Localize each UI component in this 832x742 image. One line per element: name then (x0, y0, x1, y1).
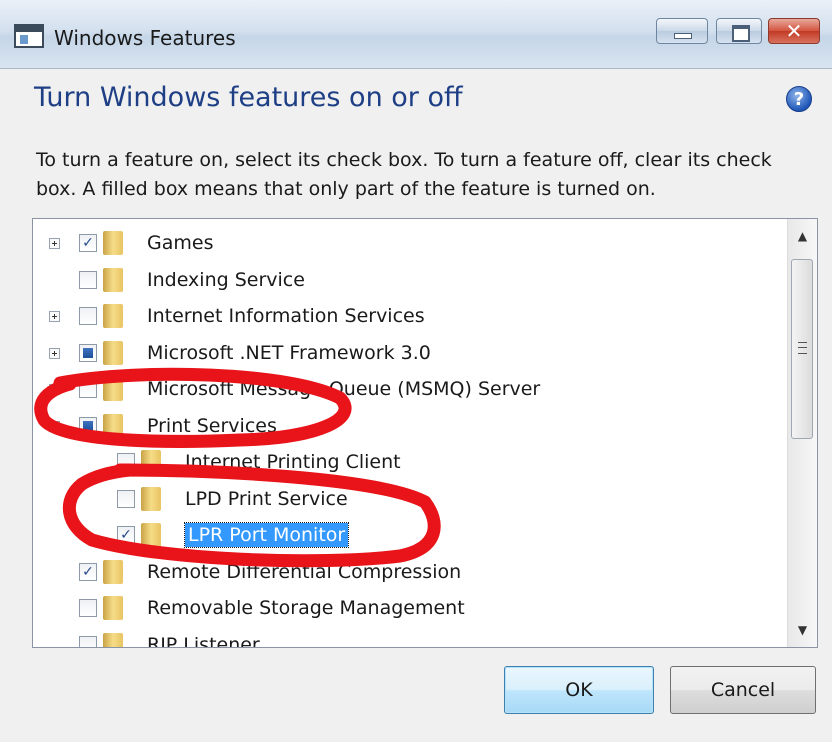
feature-label[interactable]: Microsoft .NET Framework 3.0 (147, 341, 431, 365)
close-icon: ✕ (785, 19, 803, 43)
folder-icon (103, 377, 123, 401)
feature-row[interactable]: Internet Printing Client (33, 444, 781, 480)
feature-checkbox[interactable] (79, 416, 97, 435)
feature-checkbox[interactable]: ✓ (117, 526, 135, 544)
instructions-text: To turn a feature on, select its check b… (36, 149, 772, 200)
close-button[interactable]: ✕ (768, 18, 820, 44)
feature-label[interactable]: Print Services (147, 414, 277, 438)
folder-icon (103, 304, 123, 328)
feature-label[interactable]: LPD Print Service (185, 487, 348, 511)
feature-label[interactable]: LPR Port Monitor (183, 522, 350, 548)
feature-label[interactable]: Indexing Service (147, 268, 305, 292)
feature-row[interactable]: ✓ Games (33, 225, 781, 261)
window-title: Windows Features (54, 26, 236, 50)
expand-plus-icon[interactable] (49, 311, 60, 322)
feature-checkbox[interactable] (79, 307, 97, 325)
folder-icon (141, 450, 161, 474)
feature-label[interactable]: Removable Storage Management (147, 596, 465, 620)
feature-checkbox[interactable] (79, 635, 97, 647)
feature-row[interactable]: Print Services (33, 408, 781, 444)
scrollbar-grip-icon (798, 342, 807, 354)
maximize-button[interactable] (716, 18, 762, 44)
maximize-icon (732, 25, 750, 42)
feature-label[interactable]: Games (147, 231, 213, 255)
feature-checkbox[interactable] (117, 453, 135, 471)
feature-checkbox[interactable]: ✓ (79, 234, 97, 252)
feature-checkbox[interactable] (117, 489, 135, 508)
title-bar[interactable]: Windows Features ✕ (0, 0, 832, 69)
scrollbar-thumb[interactable] (791, 259, 813, 439)
page-title: Turn Windows features on or off (34, 82, 463, 113)
feature-row[interactable]: Removable Storage Management (33, 590, 781, 626)
feature-checkbox[interactable] (79, 599, 97, 617)
feature-checkbox[interactable] (79, 380, 97, 398)
feature-checkbox[interactable] (79, 270, 97, 289)
help-icon[interactable]: ? (786, 86, 812, 112)
folder-icon (141, 523, 161, 547)
expand-plus-icon[interactable] (49, 347, 60, 359)
vertical-scrollbar[interactable]: ▲ ▼ (787, 219, 817, 647)
feature-label[interactable]: Microsoft Message Queue (MSMQ) Server (147, 377, 540, 401)
folder-icon (103, 267, 123, 292)
feature-row[interactable]: Internet Information Services (33, 298, 781, 334)
feature-checkbox[interactable] (79, 343, 97, 362)
feature-row[interactable]: Microsoft Message Queue (MSMQ) Server (33, 371, 781, 407)
feature-label[interactable]: Internet Information Services (147, 304, 425, 328)
collapse-minus-icon[interactable] (49, 420, 60, 432)
minimize-button[interactable] (656, 18, 708, 44)
folder-icon (103, 596, 123, 620)
feature-row[interactable]: Microsoft .NET Framework 3.0 (33, 335, 781, 371)
folder-icon (141, 486, 161, 511)
feature-row[interactable]: Indexing Service (33, 262, 781, 298)
feature-checkbox[interactable]: ✓ (79, 562, 97, 581)
cancel-button[interactable]: Cancel (670, 666, 816, 714)
feature-row[interactable]: ✓ LPR Port Monitor (33, 517, 781, 553)
feature-row[interactable]: RIP Listener (33, 627, 781, 648)
scroll-up-arrow-icon[interactable]: ▲ (788, 221, 817, 251)
expand-plus-icon[interactable] (49, 384, 60, 395)
feature-row[interactable]: LPD Print Service (33, 481, 781, 517)
features-tree[interactable]: RIP Listener Removable Storage Management… (32, 218, 818, 648)
scroll-down-arrow-icon[interactable]: ▼ (788, 615, 817, 645)
window-icon (14, 24, 44, 48)
folder-icon (103, 413, 123, 438)
folder-icon (103, 632, 123, 647)
feature-label[interactable]: RIP Listener (147, 633, 260, 648)
feature-row[interactable]: ✓ Remote Differential Compression (33, 554, 781, 590)
minimize-icon (674, 33, 692, 39)
folder-icon (103, 340, 123, 365)
feature-label[interactable]: Remote Differential Compression (147, 560, 461, 584)
expand-plus-icon[interactable] (49, 238, 60, 249)
folder-icon (103, 559, 123, 584)
windows-features-dialog: Windows Features ✕ Turn Windows features… (0, 0, 832, 742)
folder-icon (103, 231, 123, 255)
feature-label[interactable]: Internet Printing Client (185, 450, 401, 474)
ok-button[interactable]: OK (504, 666, 654, 714)
